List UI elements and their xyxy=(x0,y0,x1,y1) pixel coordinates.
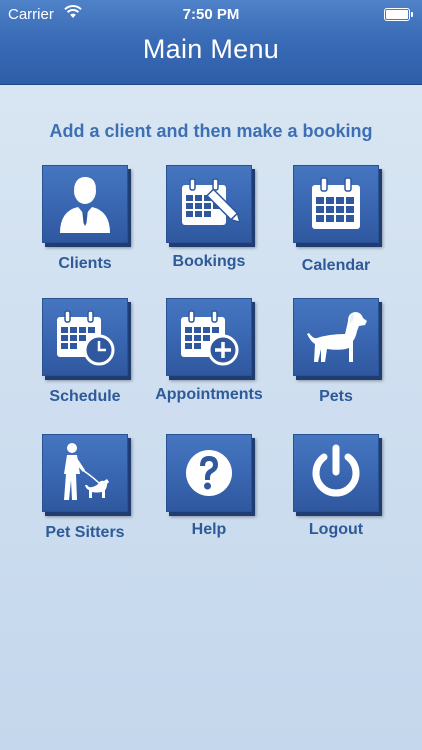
dog-icon xyxy=(307,312,367,362)
calendar-button[interactable] xyxy=(293,165,379,243)
pets-button[interactable] xyxy=(293,298,379,376)
clock: 7:50 PM xyxy=(182,6,240,23)
calendar-pencil-icon xyxy=(182,178,241,225)
logout-button[interactable] xyxy=(293,434,379,512)
menu-item-clients[interactable]: Clients xyxy=(23,165,147,285)
menu-item-label: Clients xyxy=(58,255,112,272)
navigation-bar: Carrier 7:50 PM Main Menu xyxy=(0,0,422,85)
menu-item-logout[interactable]: Logout xyxy=(274,434,398,554)
menu-item-label: Bookings xyxy=(172,253,246,270)
menu-item-label: Pets xyxy=(319,388,353,405)
dog-walker-icon xyxy=(64,443,109,500)
client-person-icon xyxy=(60,177,110,233)
menu-item-label: Appointments xyxy=(155,386,263,403)
status-bar: Carrier 7:50 PM xyxy=(0,0,422,30)
menu-item-help[interactable]: Help xyxy=(147,434,271,554)
menu-item-label: Schedule xyxy=(49,388,121,405)
menu-item-pet-sitters[interactable]: Pet Sitters xyxy=(23,434,147,554)
calendar-clock-icon xyxy=(57,310,115,366)
calendar-icon xyxy=(312,177,360,229)
menu-item-pets[interactable]: Pets xyxy=(274,298,398,418)
appointments-button[interactable] xyxy=(166,298,252,376)
pet-sitters-button[interactable] xyxy=(42,434,128,512)
menu-item-label: Calendar xyxy=(301,257,371,274)
menu-item-bookings[interactable]: Bookings xyxy=(147,165,271,285)
clients-button[interactable] xyxy=(42,165,128,243)
instruction-text: Add a client and then make a booking xyxy=(49,121,373,141)
menu-item-calendar[interactable]: Calendar xyxy=(274,165,398,285)
menu-item-schedule[interactable]: Schedule xyxy=(23,298,147,418)
menu-item-label: Pet Sitters xyxy=(45,524,125,541)
menu-item-appointments[interactable]: Appointments xyxy=(147,298,271,418)
bookings-button[interactable] xyxy=(166,165,252,243)
menu-item-label: Logout xyxy=(308,521,364,538)
page-title: Main Menu xyxy=(142,34,280,64)
help-button[interactable] xyxy=(166,434,252,512)
battery-icon xyxy=(384,8,413,21)
schedule-button[interactable] xyxy=(42,298,128,376)
power-icon xyxy=(312,444,360,497)
menu-item-label: Help xyxy=(191,521,227,538)
question-icon xyxy=(186,450,232,496)
calendar-plus-icon xyxy=(181,310,239,366)
